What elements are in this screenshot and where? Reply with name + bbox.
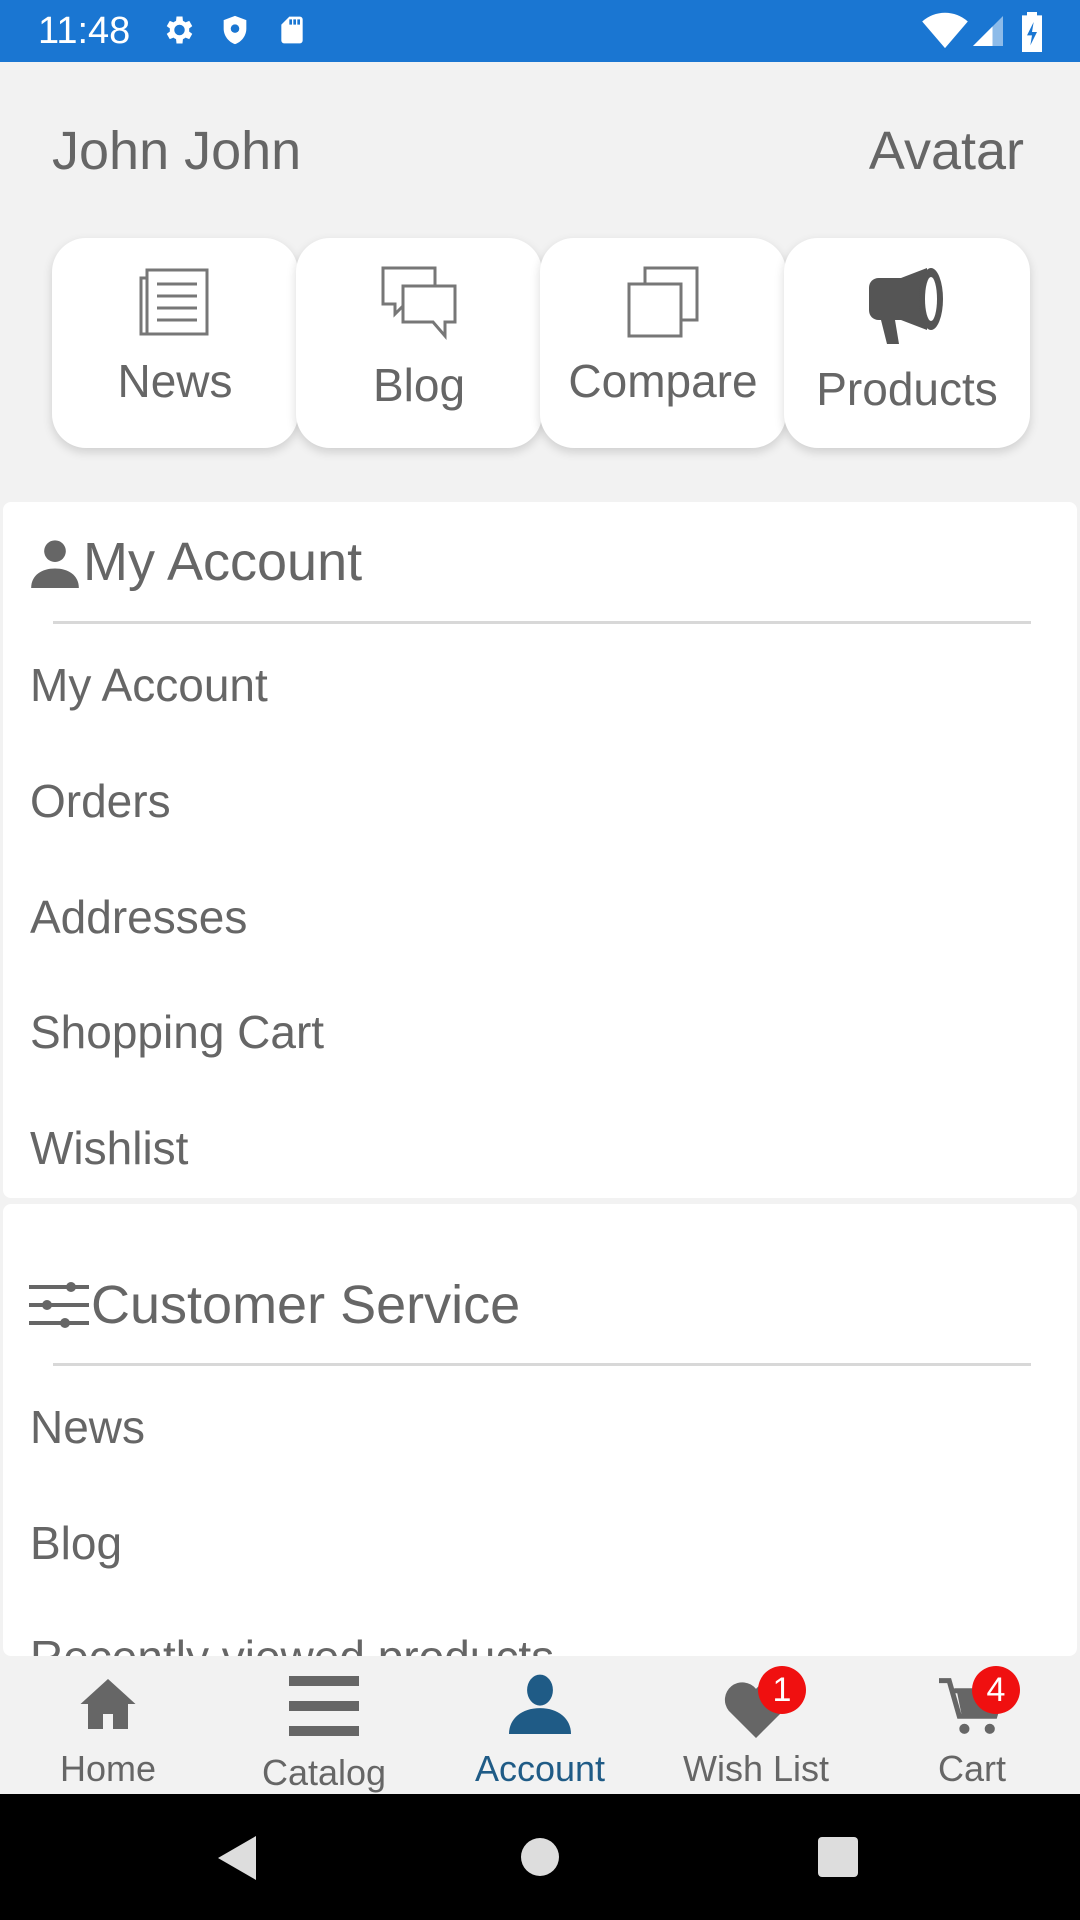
customer-service-card: Customer Service News Blog Recently view… <box>3 1204 1077 1656</box>
bottom-nav: Home Catalog Account 1 Wish List 4 Cart <box>0 1656 1080 1794</box>
list-item-news[interactable]: News <box>30 1400 145 1454</box>
system-nav-bar <box>0 1794 1080 1920</box>
list-item-shopping-cart[interactable]: Shopping Cart <box>30 1005 324 1059</box>
signal-icon <box>973 16 1003 46</box>
home-circle-icon[interactable] <box>520 1837 560 1877</box>
my-account-divider <box>53 621 1031 624</box>
list-item-my-account[interactable]: My Account <box>30 658 268 712</box>
home-icon <box>80 1679 136 1729</box>
chat-bubbles-icon <box>381 266 457 341</box>
settings-icon <box>166 16 193 44</box>
my-account-header: My Account <box>29 532 362 592</box>
shield-icon <box>223 15 247 45</box>
megaphone-icon <box>869 268 943 344</box>
tile-compare[interactable]: Compare <box>540 238 786 448</box>
list-item-blog[interactable]: Blog <box>30 1516 122 1570</box>
list-item-recently-viewed[interactable]: Recently viewed products <box>30 1630 554 1656</box>
nav-home[interactable]: Home <box>0 1656 216 1794</box>
list-item-addresses[interactable]: Addresses <box>30 890 247 944</box>
tile-blog[interactable]: Blog <box>296 238 542 448</box>
nav-home-label: Home <box>59 1748 157 1789</box>
nav-wish-list[interactable]: 1 Wish List <box>648 1656 864 1794</box>
tile-products-label: Products <box>816 363 998 415</box>
compare-squares-icon <box>627 266 699 338</box>
tile-news[interactable]: News <box>52 238 298 448</box>
nav-cart-label: Cart <box>937 1748 1006 1789</box>
nav-cart[interactable]: 4 Cart <box>864 1656 1080 1794</box>
menu-icon <box>289 1676 359 1736</box>
quick-tiles: News Blog Compare Products <box>52 238 1030 448</box>
status-bar: 11:48 <box>0 0 1080 62</box>
list-item-wishlist[interactable]: Wishlist <box>30 1121 188 1175</box>
avatar[interactable]: Avatar <box>869 120 1024 182</box>
nav-catalog[interactable]: Catalog <box>216 1656 432 1794</box>
nav-wish-list-label: Wish List <box>682 1748 830 1789</box>
nav-catalog-label: Catalog <box>261 1752 387 1793</box>
wish-list-badge: 1 <box>758 1666 806 1714</box>
tile-products[interactable]: Products <box>784 238 1030 448</box>
person-icon <box>509 1674 571 1734</box>
nav-account-label: Account <box>474 1748 606 1789</box>
tile-blog-label: Blog <box>372 359 466 411</box>
tile-news-label: News <box>117 355 233 407</box>
user-name: John John <box>52 121 302 181</box>
wifi-icon <box>922 12 968 49</box>
customer-service-header: Customer Service <box>29 1275 520 1335</box>
nav-account[interactable]: Account <box>432 1656 648 1794</box>
tile-compare-label: Compare <box>568 355 758 407</box>
my-account-title: My Account <box>83 532 363 592</box>
recents-icon[interactable] <box>817 1836 859 1878</box>
status-time: 11:48 <box>38 10 131 52</box>
person-icon <box>31 540 79 588</box>
sd-card-icon <box>281 16 303 44</box>
customer-service-title: Customer Service <box>91 1275 521 1335</box>
customer-service-divider <box>53 1363 1031 1366</box>
list-item-orders[interactable]: Orders <box>30 774 171 828</box>
sliders-icon <box>29 1282 89 1328</box>
my-account-card: My Account My Account Orders Addresses S… <box>3 502 1077 1198</box>
cart-badge: 4 <box>972 1666 1020 1714</box>
back-icon[interactable] <box>216 1834 260 1882</box>
newspaper-icon <box>139 268 209 336</box>
battery-icon <box>1022 12 1042 52</box>
